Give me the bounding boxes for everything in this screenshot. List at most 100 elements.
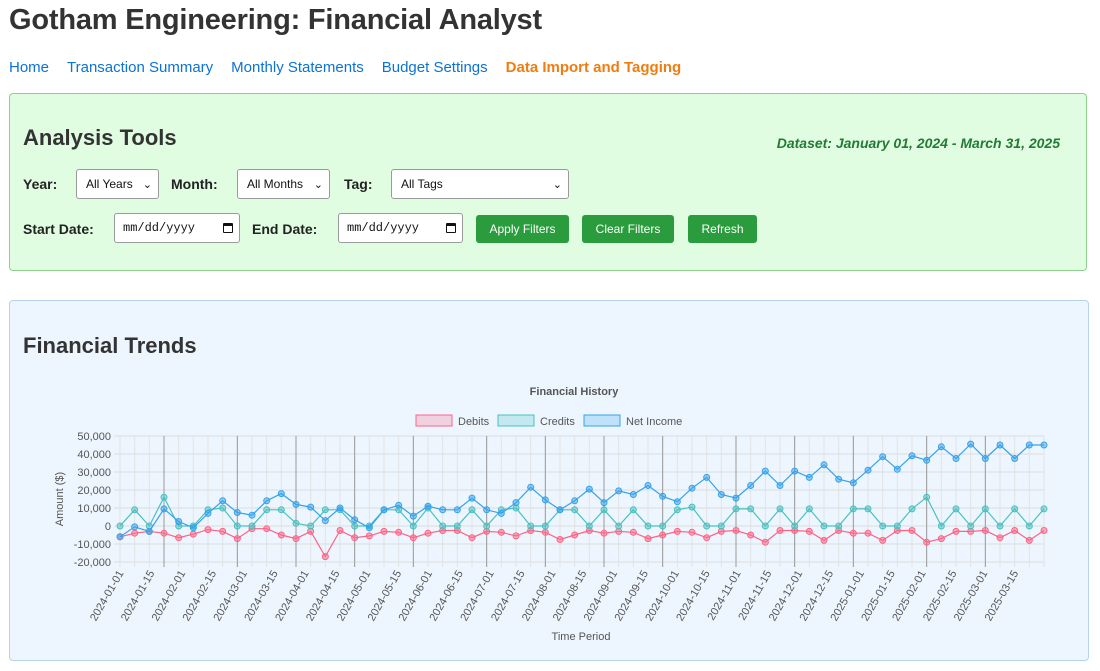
data-point	[981, 527, 989, 534]
data-point	[409, 512, 417, 520]
data-point	[952, 455, 960, 462]
y-tick-label: -20,000	[74, 557, 111, 569]
data-point	[351, 516, 359, 524]
data-point	[615, 522, 623, 530]
data-point	[600, 529, 608, 537]
month-select[interactable]: All Months ⌄	[237, 169, 330, 199]
data-point	[160, 529, 168, 537]
data-point	[453, 522, 461, 530]
data-point	[307, 503, 315, 511]
data-point	[776, 527, 784, 534]
data-point	[688, 484, 696, 492]
data-point	[981, 455, 989, 462]
data-point	[204, 509, 212, 517]
nav-monthly-statements-link[interactable]: Monthly Statements	[231, 59, 364, 76]
tag-label: Tag:	[344, 176, 373, 192]
data-point	[908, 505, 916, 513]
data-point	[820, 522, 828, 530]
data-point	[937, 443, 945, 451]
end-date-input[interactable]: mm/dd/yyyy	[338, 213, 463, 243]
data-point	[805, 473, 813, 481]
data-point	[659, 492, 667, 500]
y-axis-label: Amount ($)	[54, 472, 66, 526]
data-point	[893, 522, 901, 530]
nav-data-import-link[interactable]: Data Import and Tagging	[506, 59, 682, 76]
data-point	[996, 534, 1004, 542]
calendar-icon[interactable]	[223, 223, 233, 233]
tag-select[interactable]: All Tags ⌄	[391, 169, 569, 199]
y-tick-label: 0	[105, 521, 111, 533]
data-point	[395, 501, 403, 509]
data-point	[703, 534, 711, 542]
data-point	[409, 534, 417, 542]
data-point	[615, 487, 623, 495]
data-point	[219, 527, 227, 535]
data-point	[307, 522, 315, 530]
data-point	[820, 461, 828, 469]
nav-transaction-summary-link[interactable]: Transaction Summary	[67, 59, 213, 76]
data-point	[967, 440, 975, 448]
data-point	[160, 493, 168, 501]
refresh-button[interactable]: Refresh	[688, 215, 757, 243]
data-point	[879, 536, 887, 544]
page-title: Gotham Engineering: Financial Analyst	[9, 4, 542, 36]
data-point	[908, 527, 916, 534]
data-point	[321, 517, 329, 525]
nav-home-link[interactable]: Home	[9, 59, 49, 76]
data-point	[747, 505, 755, 513]
data-point	[673, 527, 681, 535]
data-point	[556, 506, 564, 514]
legend-swatch	[497, 414, 535, 427]
data-point	[351, 522, 359, 530]
data-point	[409, 522, 417, 530]
data-point	[263, 506, 271, 514]
data-point	[468, 506, 476, 514]
data-point	[703, 473, 711, 481]
legend-label: Credits	[540, 416, 575, 428]
data-point	[791, 522, 799, 530]
chevron-down-icon: ⌄	[552, 178, 562, 191]
data-point	[175, 534, 183, 542]
apply-filters-button[interactable]: Apply Filters	[476, 215, 569, 243]
legend-label: Net Income	[626, 416, 682, 428]
data-point	[321, 506, 329, 514]
y-tick-label: 40,000	[77, 449, 111, 461]
data-point	[204, 526, 212, 534]
data-point	[336, 504, 344, 512]
legend-swatch	[415, 414, 453, 427]
data-point	[747, 531, 755, 539]
year-select[interactable]: All Years ⌄	[76, 169, 159, 199]
data-point	[219, 497, 227, 505]
data-point	[629, 528, 637, 536]
data-point	[761, 467, 769, 475]
data-point	[541, 496, 549, 504]
start-date-input[interactable]: mm/dd/yyyy	[114, 213, 240, 243]
calendar-icon[interactable]	[446, 223, 456, 233]
data-point	[483, 506, 491, 514]
data-point	[805, 527, 813, 535]
data-point	[805, 505, 813, 513]
data-point	[747, 482, 755, 489]
data-point	[849, 505, 857, 513]
data-point	[351, 534, 359, 542]
clear-filters-button[interactable]: Clear Filters	[582, 215, 674, 243]
start-date-placeholder: mm/dd/yyyy	[123, 221, 196, 235]
y-tick-label: 10,000	[77, 503, 111, 515]
data-point	[292, 535, 300, 543]
data-point	[541, 522, 549, 530]
data-point	[864, 529, 872, 537]
data-point	[248, 511, 256, 519]
data-point	[673, 506, 681, 514]
data-point	[761, 538, 769, 546]
top-nav: Home Transaction Summary Monthly Stateme…	[9, 59, 681, 76]
chevron-down-icon: ⌄	[142, 178, 152, 191]
year-select-value: All Years	[86, 177, 133, 191]
data-point	[849, 529, 857, 537]
data-point	[497, 528, 505, 536]
data-point	[908, 452, 916, 460]
data-point	[292, 519, 300, 527]
data-point	[263, 525, 271, 533]
data-point	[131, 529, 139, 537]
data-point	[336, 527, 344, 534]
nav-budget-settings-link[interactable]: Budget Settings	[382, 59, 488, 76]
